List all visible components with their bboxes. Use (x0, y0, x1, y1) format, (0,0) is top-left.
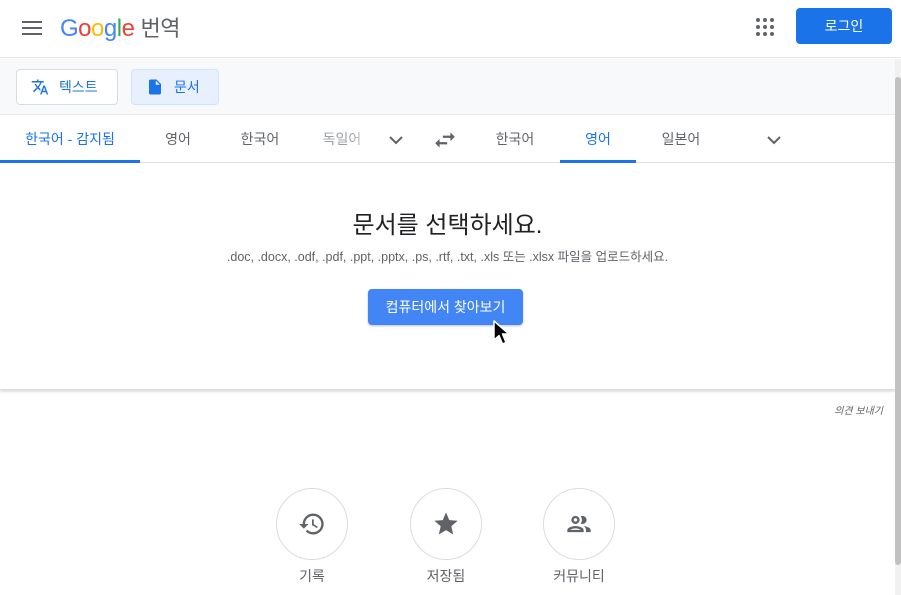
history-action[interactable]: 기록 (272, 488, 352, 586)
mouse-cursor-icon (493, 320, 510, 345)
mode-toolbar: 텍스트 문서 (0, 59, 895, 115)
document-icon (149, 79, 161, 95)
saved-label: 저장됨 (426, 568, 466, 584)
star-icon (434, 512, 458, 535)
target-more-languages-icon[interactable] (762, 128, 786, 152)
supported-formats-text: .doc, .docx, .odf, .pdf, .ppt, .pptx, .p… (226, 250, 669, 264)
source-lang-korean[interactable]: 한국어 (216, 116, 304, 162)
document-mode-label: 문서 (174, 79, 200, 95)
saved-button[interactable] (410, 488, 482, 560)
target-lang-japanese[interactable]: 일본어 (636, 116, 726, 162)
page-scrollbar[interactable] (895, 59, 901, 595)
community-action[interactable]: 커뮤니티 (539, 488, 619, 586)
text-mode-button[interactable]: 텍스트 (16, 69, 118, 105)
saved-action[interactable]: 저장됨 (406, 488, 486, 586)
document-title: 문서를 선택하세요. (352, 212, 543, 239)
community-button[interactable] (543, 488, 615, 560)
language-bar: 한국어 - 감지됨 영어 한국어 독일어 한국어 영어 일본어 (0, 116, 895, 163)
document-mode-button[interactable]: 문서 (131, 69, 219, 105)
top-app-bar: Google 번역 로그인 (0, 0, 901, 58)
swap-languages-icon[interactable] (432, 127, 458, 153)
target-lang-english[interactable]: 영어 (560, 116, 636, 163)
text-mode-label: 텍스트 (59, 79, 98, 95)
login-button[interactable]: 로그인 (796, 8, 892, 44)
translate-icon (31, 79, 49, 95)
source-lang-detected[interactable]: 한국어 - 감지됨 (0, 116, 140, 163)
google-apps-icon[interactable] (754, 16, 776, 38)
scrollbar-thumb[interactable] (895, 77, 901, 565)
source-lang-german[interactable]: 독일어 (304, 116, 380, 162)
community-label: 커뮤니티 (553, 568, 605, 584)
main-menu-icon[interactable] (20, 16, 44, 40)
product-name: 번역 (140, 16, 180, 41)
target-lang-korean[interactable]: 한국어 (470, 116, 560, 162)
source-more-languages-icon[interactable] (384, 128, 408, 152)
google-translate-logo[interactable]: Google 번역 (60, 11, 180, 43)
history-icon (299, 513, 324, 535)
history-button[interactable] (276, 488, 348, 560)
community-people-icon (567, 515, 591, 533)
document-upload-panel: 문서를 선택하세요. .doc, .docx, .odf, .pdf, .ppt… (0, 163, 895, 390)
history-label: 기록 (299, 568, 325, 584)
send-feedback-link[interactable]: 의견 보내기 (834, 402, 883, 417)
source-lang-english[interactable]: 영어 (140, 116, 216, 162)
